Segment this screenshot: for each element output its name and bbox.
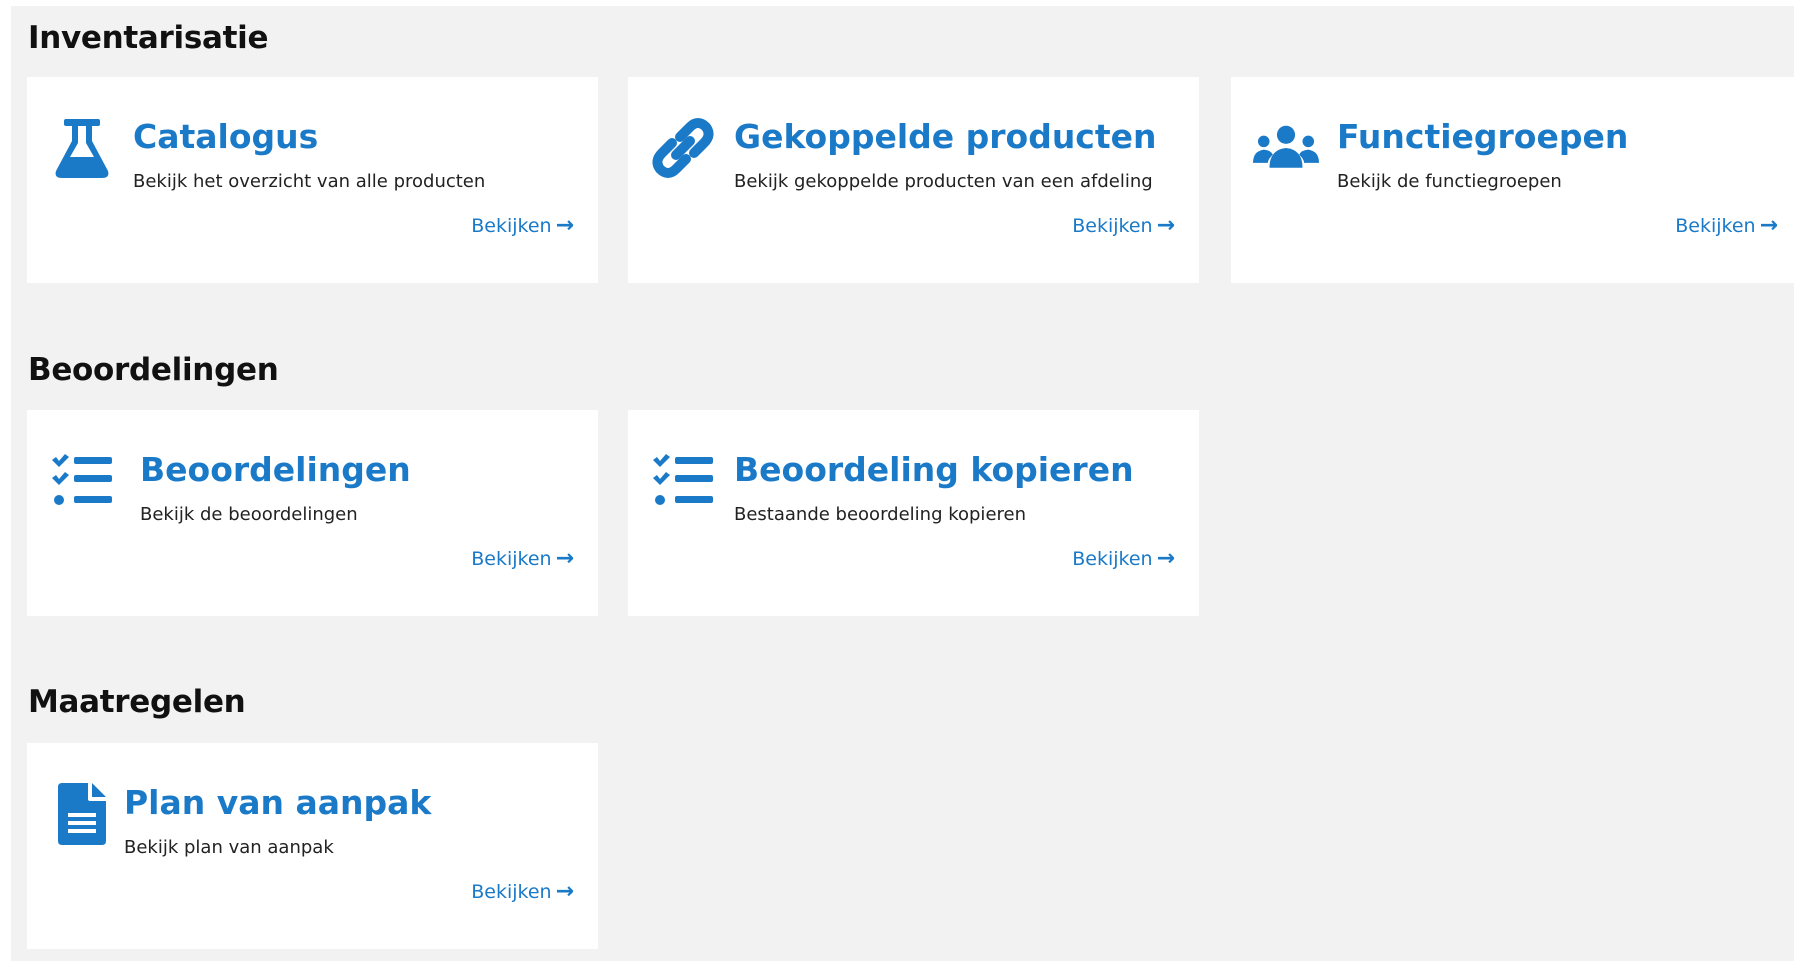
card-description: Bekijk de beoordelingen: [140, 504, 358, 525]
card-title: Catalogus: [133, 117, 319, 156]
arrow-right-icon: →: [555, 879, 574, 904]
arrow-right-icon: →: [555, 213, 574, 238]
document-icon: [49, 781, 115, 847]
card-description: Bekijk gekoppelde producten van een afde…: [734, 171, 1153, 192]
dashboard-panel: Inventarisatie Catalogus Bekijk het over…: [11, 6, 1794, 961]
card-title: Plan van aanpak: [124, 783, 432, 822]
arrow-right-icon: →: [1156, 213, 1175, 238]
bekijken-link[interactable]: Bekijken →: [471, 879, 574, 904]
checklist-icon: [49, 448, 115, 514]
arrow-right-icon: →: [1156, 546, 1175, 571]
arrow-right-icon: →: [1759, 213, 1778, 238]
bekijken-link[interactable]: Bekijken →: [471, 213, 574, 238]
card-catalogus[interactable]: Catalogus Bekijk het overzicht van alle …: [27, 77, 598, 283]
card-title: Beoordelingen: [140, 450, 411, 489]
card-title: Gekoppelde producten: [734, 117, 1157, 156]
arrow-right-icon: →: [555, 546, 574, 571]
bekijken-link[interactable]: Bekijken →: [471, 546, 574, 571]
link-label: Bekijken: [1072, 548, 1153, 570]
link-label: Bekijken: [471, 215, 552, 237]
card-description: Bekijk de functiegroepen: [1337, 171, 1562, 192]
card-description: Bekijk het overzicht van alle producten: [133, 171, 486, 192]
link-label: Bekijken: [471, 548, 552, 570]
users-icon: [1253, 115, 1319, 181]
card-title: Beoordeling kopieren: [734, 450, 1134, 489]
link-label: Bekijken: [471, 881, 552, 903]
checklist-icon: [650, 448, 716, 514]
section-title-maatregelen: Maatregelen: [28, 684, 246, 720]
bekijken-link[interactable]: Bekijken →: [1675, 213, 1778, 238]
bekijken-link[interactable]: Bekijken →: [1072, 546, 1175, 571]
card-title: Functiegroepen: [1337, 117, 1629, 156]
bekijken-link[interactable]: Bekijken →: [1072, 213, 1175, 238]
card-description: Bestaande beoordeling kopieren: [734, 504, 1026, 525]
card-description: Bekijk plan van aanpak: [124, 837, 334, 858]
section-title-beoordelingen: Beoordelingen: [28, 352, 279, 388]
section-title-inventarisatie: Inventarisatie: [28, 20, 269, 56]
card-gekoppelde-producten[interactable]: Gekoppelde producten Bekijk gekoppelde p…: [628, 77, 1199, 283]
flask-icon: [49, 115, 115, 181]
card-beoordelingen[interactable]: Beoordelingen Bekijk de beoordelingen Be…: [27, 410, 598, 616]
link-label: Bekijken: [1675, 215, 1756, 237]
link-label: Bekijken: [1072, 215, 1153, 237]
card-beoordeling-kopieren[interactable]: Beoordeling kopieren Bestaande beoordeli…: [628, 410, 1199, 616]
card-functiegroepen[interactable]: Functiegroepen Bekijk de functiegroepen …: [1231, 77, 1794, 283]
card-plan-van-aanpak[interactable]: Plan van aanpak Bekijk plan van aanpak B…: [27, 743, 598, 949]
link-icon: [650, 115, 716, 181]
